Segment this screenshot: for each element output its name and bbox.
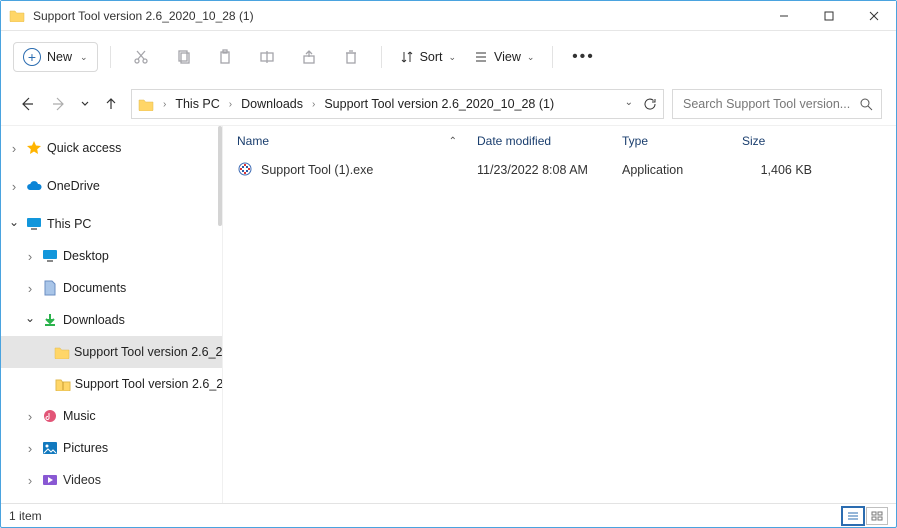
search-box[interactable]	[672, 89, 882, 119]
search-input[interactable]	[681, 96, 859, 112]
sort-label: Sort	[420, 50, 443, 64]
new-label: New	[47, 50, 72, 64]
thumbnails-view-button[interactable]	[866, 507, 888, 525]
close-button[interactable]	[851, 1, 896, 30]
tree-desktop[interactable]: Desktop	[1, 240, 222, 272]
recent-chevron[interactable]	[79, 92, 91, 116]
crumb-sep-icon: ›	[312, 99, 315, 110]
plus-icon: +	[23, 48, 41, 66]
main-area: Quick access OneDrive This PC Desktop Do…	[1, 125, 896, 503]
pictures-icon	[41, 441, 59, 455]
refresh-icon[interactable]	[643, 97, 657, 111]
forward-button[interactable]	[47, 92, 71, 116]
file-date: 11/23/2022 8:08 AM	[477, 163, 622, 177]
column-headers: Name⌃ Date modified Type Size	[223, 126, 896, 156]
folder-icon	[54, 345, 70, 359]
cut-button[interactable]	[123, 39, 159, 75]
monitor-icon	[25, 217, 43, 231]
file-name: Support Tool (1).exe	[261, 163, 373, 177]
details-view-button[interactable]	[842, 507, 864, 525]
item-count: 1 item	[9, 509, 42, 523]
file-list: Name⌃ Date modified Type Size Support To…	[223, 126, 896, 503]
tree-pictures[interactable]: Pictures	[1, 432, 222, 464]
back-button[interactable]	[15, 92, 39, 116]
address-chevron-icon[interactable]: ⌄	[625, 97, 633, 111]
tree-dl-folder-1[interactable]: Support Tool version 2.6_2020_10_28 (1)	[1, 336, 222, 368]
copy-button[interactable]	[165, 39, 201, 75]
ellipsis-icon: •••	[572, 48, 595, 66]
crumb-current[interactable]: Support Tool version 2.6_2020_10_28 (1)	[324, 97, 554, 111]
tree-quick-access[interactable]: Quick access	[1, 132, 222, 164]
maximize-button[interactable]	[806, 1, 851, 30]
exe-icon	[237, 161, 255, 179]
tree-onedrive[interactable]: OneDrive	[1, 170, 222, 202]
video-icon	[41, 474, 59, 486]
col-size[interactable]: Size	[742, 134, 812, 148]
download-icon	[41, 313, 59, 327]
chevron-down-icon: ⌄	[527, 52, 535, 63]
window-title: Support Tool version 2.6_2020_10_28 (1)	[33, 9, 254, 23]
folder-icon	[138, 97, 154, 111]
status-bar: 1 item	[1, 503, 896, 527]
search-icon	[859, 97, 873, 111]
zip-icon	[55, 377, 71, 391]
view-label: View	[494, 50, 521, 64]
tree-dl-folder-2[interactable]: Support Tool version 2.6_2020_10_28	[1, 368, 222, 400]
more-button[interactable]: •••	[565, 39, 601, 75]
crumb-sep-icon: ›	[163, 99, 166, 110]
up-button[interactable]	[99, 92, 123, 116]
crumb-downloads[interactable]: Downloads	[241, 97, 303, 111]
sort-button[interactable]: Sort ⌄	[394, 45, 462, 69]
chevron-down-icon: ⌄	[80, 52, 88, 63]
new-button[interactable]: + New ⌄	[13, 42, 98, 72]
desktop-icon	[41, 249, 59, 263]
file-row[interactable]: Support Tool (1).exe 11/23/2022 8:08 AM …	[223, 156, 896, 184]
col-date[interactable]: Date modified	[477, 134, 622, 148]
folder-icon	[9, 8, 25, 24]
sidebar-scrollbar[interactable]	[218, 126, 222, 226]
star-icon	[25, 140, 43, 156]
nav-tree: Quick access OneDrive This PC Desktop Do…	[1, 126, 223, 503]
share-button[interactable]	[291, 39, 327, 75]
delete-button[interactable]	[333, 39, 369, 75]
minimize-button[interactable]	[761, 1, 806, 30]
tree-downloads[interactable]: Downloads	[1, 304, 222, 336]
tree-documents[interactable]: Documents	[1, 272, 222, 304]
view-button[interactable]: View ⌄	[468, 45, 540, 69]
col-name[interactable]: Name⌃	[237, 134, 477, 148]
sort-asc-icon: ⌃	[449, 136, 457, 147]
tree-music[interactable]: Music	[1, 400, 222, 432]
tree-videos[interactable]: Videos	[1, 464, 222, 496]
crumb-sep-icon: ›	[229, 99, 232, 110]
tree-this-pc[interactable]: This PC	[1, 208, 222, 240]
address-row: › This PC › Downloads › Support Tool ver…	[1, 83, 896, 125]
onedrive-icon	[25, 180, 43, 192]
chevron-down-icon: ⌄	[449, 52, 457, 63]
crumb-thispc[interactable]: This PC	[175, 97, 219, 111]
music-icon	[41, 409, 59, 423]
toolbar: + New ⌄ Sort ⌄ View ⌄ •••	[1, 31, 896, 83]
document-icon	[41, 280, 59, 296]
address-bar[interactable]: › This PC › Downloads › Support Tool ver…	[131, 89, 664, 119]
col-type[interactable]: Type	[622, 134, 742, 148]
file-size: 1,406 KB	[742, 163, 812, 177]
paste-button[interactable]	[207, 39, 243, 75]
titlebar: Support Tool version 2.6_2020_10_28 (1)	[1, 1, 896, 31]
rename-button[interactable]	[249, 39, 285, 75]
file-type: Application	[622, 163, 742, 177]
